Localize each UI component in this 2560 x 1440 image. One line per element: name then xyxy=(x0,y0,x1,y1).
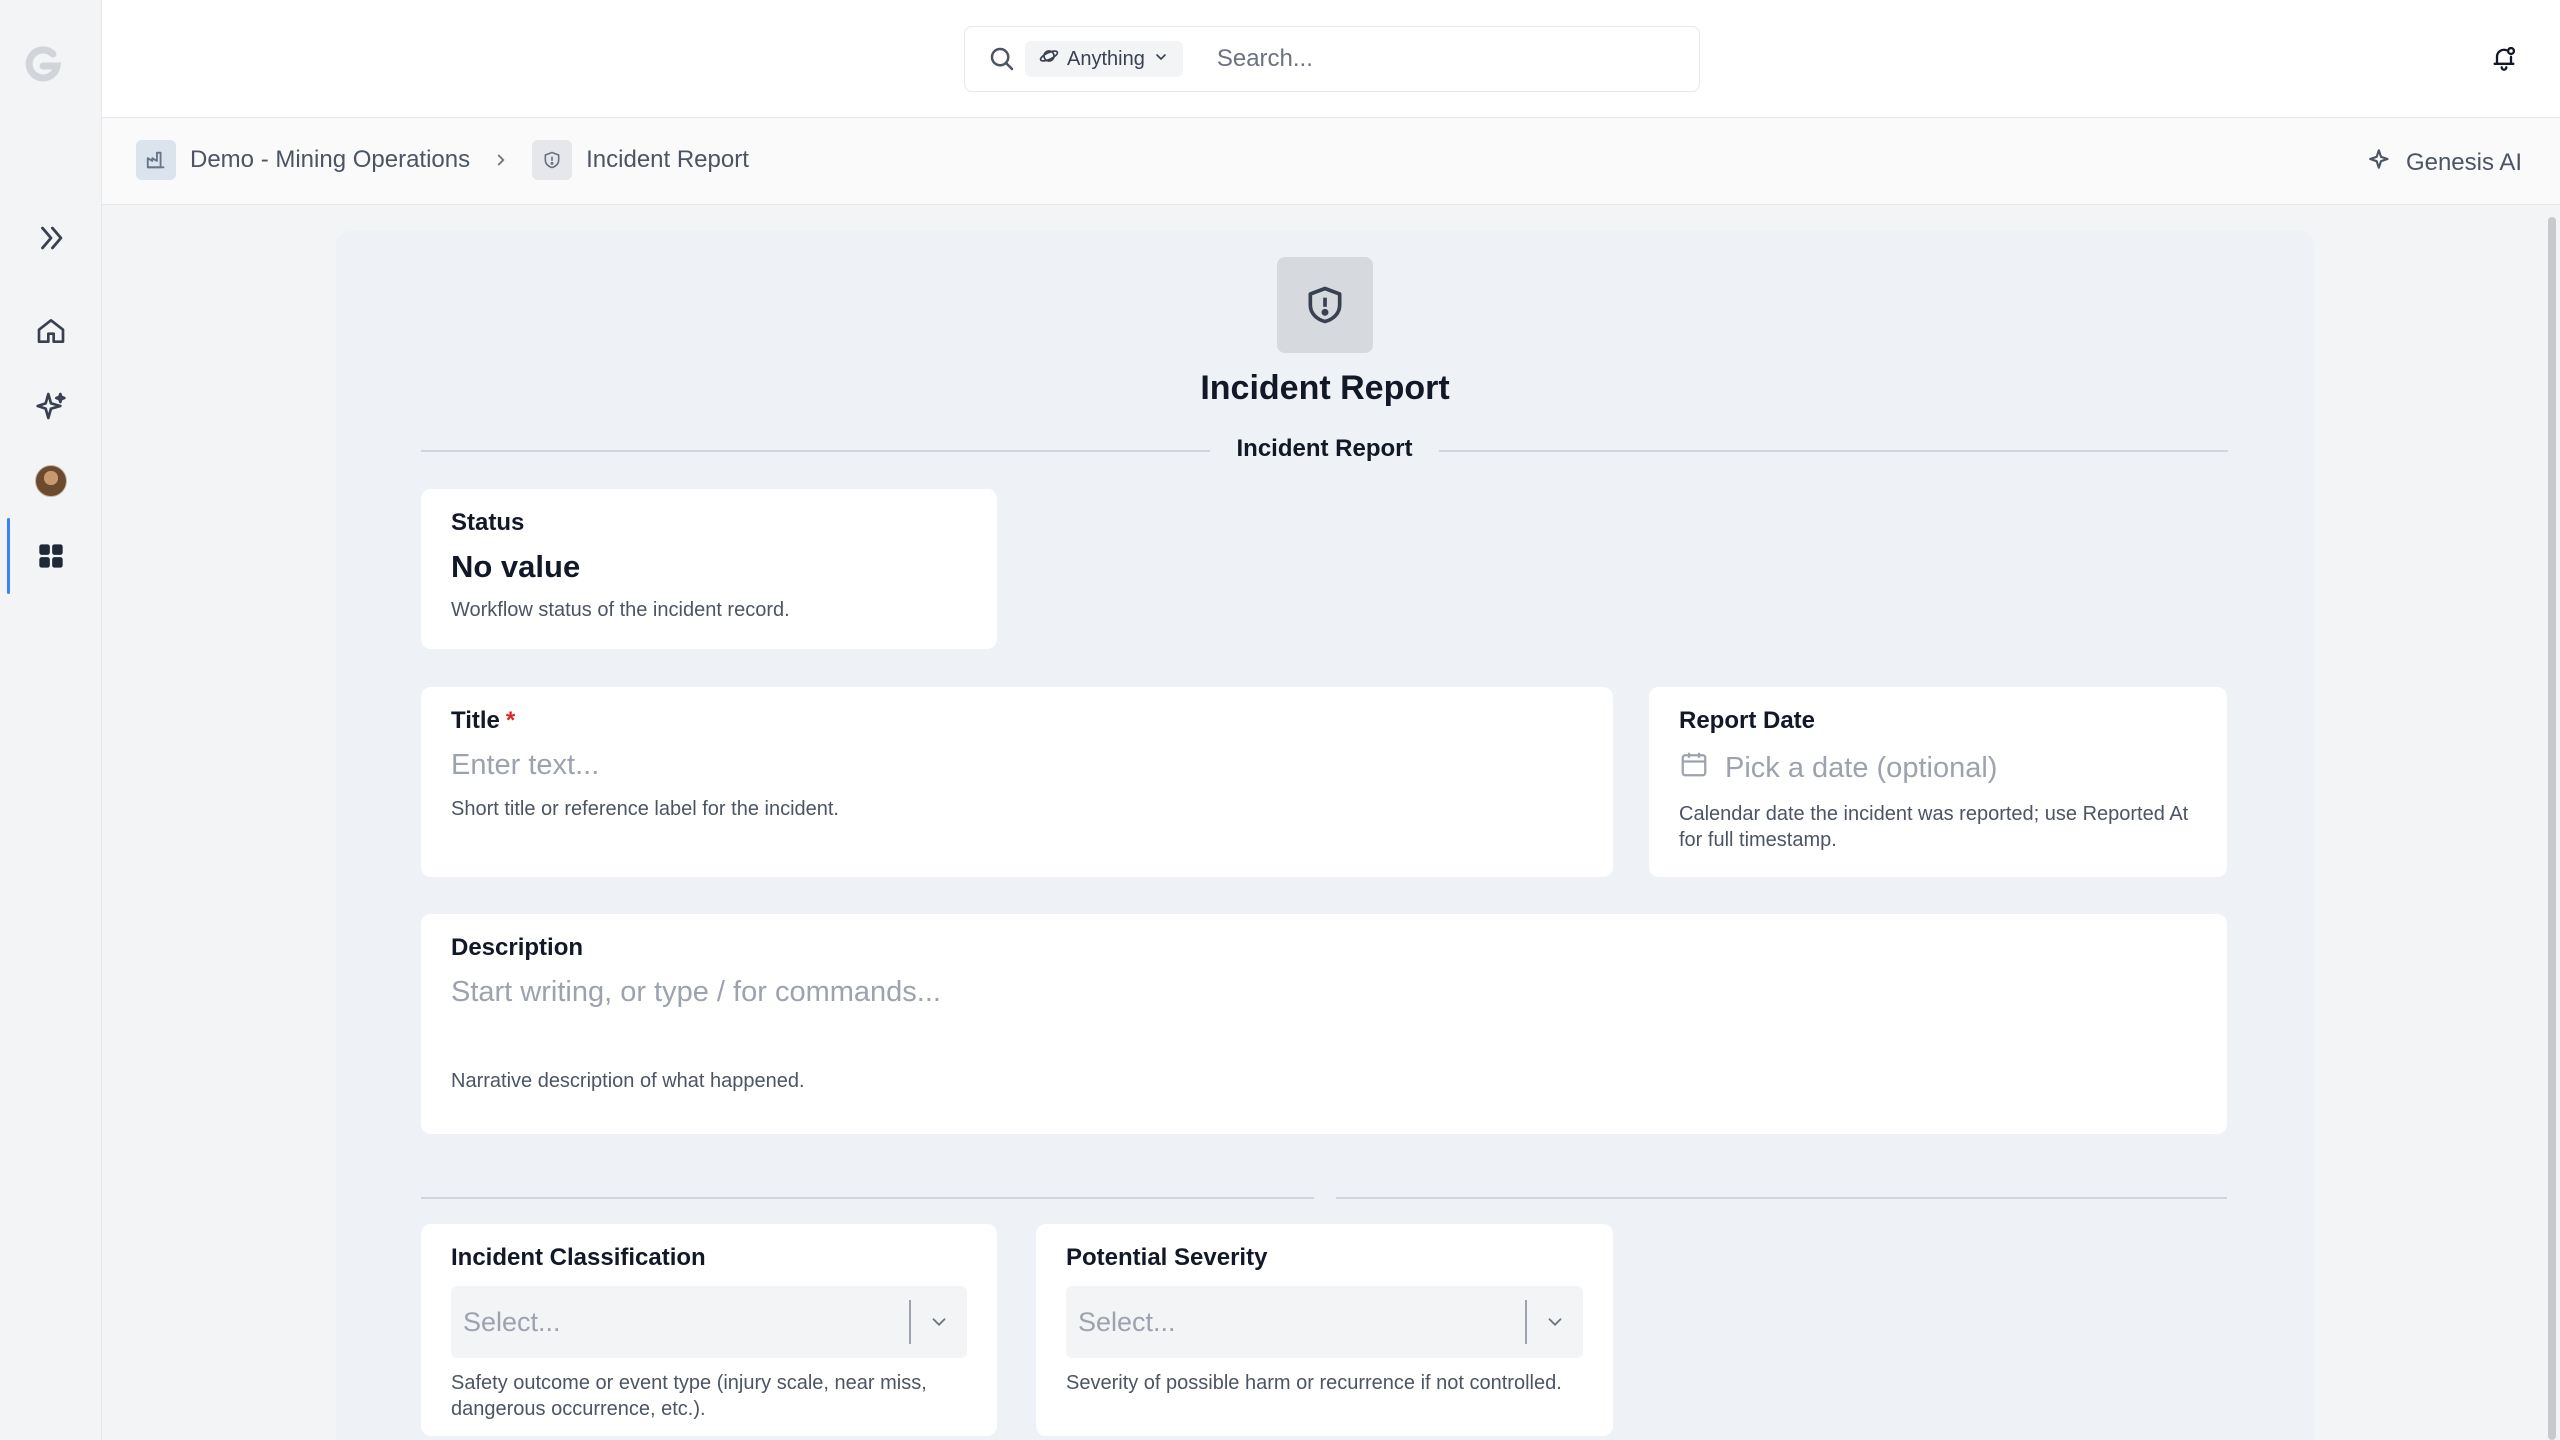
potential-severity-label: Potential Severity xyxy=(1066,1244,1268,1271)
calendar-icon xyxy=(1679,749,1709,787)
factory-icon[interactable] xyxy=(136,140,176,180)
breadcrumb-item-project[interactable]: Demo - Mining Operations xyxy=(190,146,470,174)
genesis-ai-label: Genesis AI xyxy=(2405,148,2522,176)
incident-classification-help: Safety outcome or event type (injury sca… xyxy=(451,1372,927,1420)
search-icon xyxy=(985,42,1019,76)
status-label: Status xyxy=(451,509,525,536)
top-bar: Anything xyxy=(102,0,2560,118)
shield-alert-icon[interactable] xyxy=(532,140,573,180)
title-help: Short title or reference label for the i… xyxy=(451,798,839,820)
status-card: Status No value Workflow status of the i… xyxy=(421,489,997,649)
incident-classification-card: Incident Classification Select... Safety… xyxy=(421,1224,997,1436)
main-content: Incident Report Incident Report Status N… xyxy=(102,205,2560,1440)
required-mark: * xyxy=(505,707,516,734)
description-placeholder: Start writing, or type / for commands... xyxy=(451,976,941,1008)
potential-severity-select[interactable]: Select... xyxy=(1066,1286,1583,1358)
section-divider: Incident Report xyxy=(421,435,2228,465)
genesis-ai-button[interactable]: Genesis AI xyxy=(2368,146,2522,179)
potential-severity-help: Severity of possible harm or recurrence … xyxy=(1066,1372,1562,1394)
search-scope-dropdown[interactable]: Anything xyxy=(1025,41,1183,77)
incident-classification-select[interactable]: Select... xyxy=(451,1286,967,1358)
chevron-down-icon xyxy=(1541,1308,1569,1336)
chevron-right-icon xyxy=(492,151,510,169)
sparkle-icon[interactable] xyxy=(27,382,75,430)
report-date-help: Calendar date the incident was reported;… xyxy=(1679,803,2189,851)
search-scope-label: Anything xyxy=(1067,47,1145,70)
home-icon[interactable] xyxy=(27,307,75,355)
title-placeholder: Enter text... xyxy=(451,749,600,781)
breadcrumb-bar: Demo - Mining Operations Incident Report… xyxy=(102,118,2560,205)
shield-alert-icon xyxy=(1277,257,1373,353)
incident-classification-label: Incident Classification xyxy=(451,1244,706,1271)
status-help: Workflow status of the incident record. xyxy=(451,599,790,621)
chevron-down-icon xyxy=(925,1308,953,1336)
sparkle-icon xyxy=(2368,146,2394,179)
scrollbar[interactable] xyxy=(2548,217,2556,1440)
left-rail xyxy=(0,0,102,1440)
divider-line xyxy=(1336,1197,2227,1199)
description-card: Description Start writing, or type / for… xyxy=(421,914,2227,1134)
page-title: Incident Report xyxy=(1200,369,1450,407)
title-label: Title xyxy=(451,707,500,734)
chevron-down-icon xyxy=(1153,48,1169,71)
potential-severity-card: Potential Severity Select... Severity of… xyxy=(1036,1224,1613,1436)
description-editor[interactable]: Start writing, or type / for commands... xyxy=(451,976,2197,1062)
active-indicator xyxy=(7,518,10,594)
notification-bell-icon[interactable] xyxy=(2486,40,2522,76)
expand-icon[interactable] xyxy=(27,214,75,262)
section-title: Incident Report xyxy=(1210,435,1439,462)
description-help: Narrative description of what happened. xyxy=(451,1070,805,1092)
avatar-button[interactable] xyxy=(27,457,75,505)
report-date-card: Report Date Pick a date (optional) Calen… xyxy=(1649,687,2227,877)
incident-classification-placeholder: Select... xyxy=(463,1306,561,1337)
form-panel: Incident Report Incident Report Status N… xyxy=(336,231,2314,1440)
breadcrumb-item-current[interactable]: Incident Report xyxy=(586,146,749,174)
report-date-placeholder: Pick a date (optional) xyxy=(1725,751,1998,784)
potential-severity-placeholder: Select... xyxy=(1078,1306,1176,1337)
apps-grid-icon[interactable] xyxy=(27,532,75,580)
divider-line xyxy=(421,1197,1314,1199)
description-label: Description xyxy=(451,934,584,961)
avatar xyxy=(35,465,67,497)
report-date-picker[interactable]: Pick a date (optional) xyxy=(1679,749,2197,787)
logo-icon[interactable] xyxy=(19,40,67,88)
report-date-label: Report Date xyxy=(1679,707,1816,734)
search-input[interactable] xyxy=(1216,45,1657,73)
status-value[interactable]: No value xyxy=(451,549,967,585)
title-input[interactable]: Enter text... xyxy=(451,749,1583,782)
breadcrumb: Demo - Mining Operations Incident Report xyxy=(136,140,749,180)
planet-icon xyxy=(1039,46,1059,72)
global-search[interactable]: Anything xyxy=(964,26,1700,92)
title-card: Title * Enter text... Short title or refe… xyxy=(421,687,1613,877)
